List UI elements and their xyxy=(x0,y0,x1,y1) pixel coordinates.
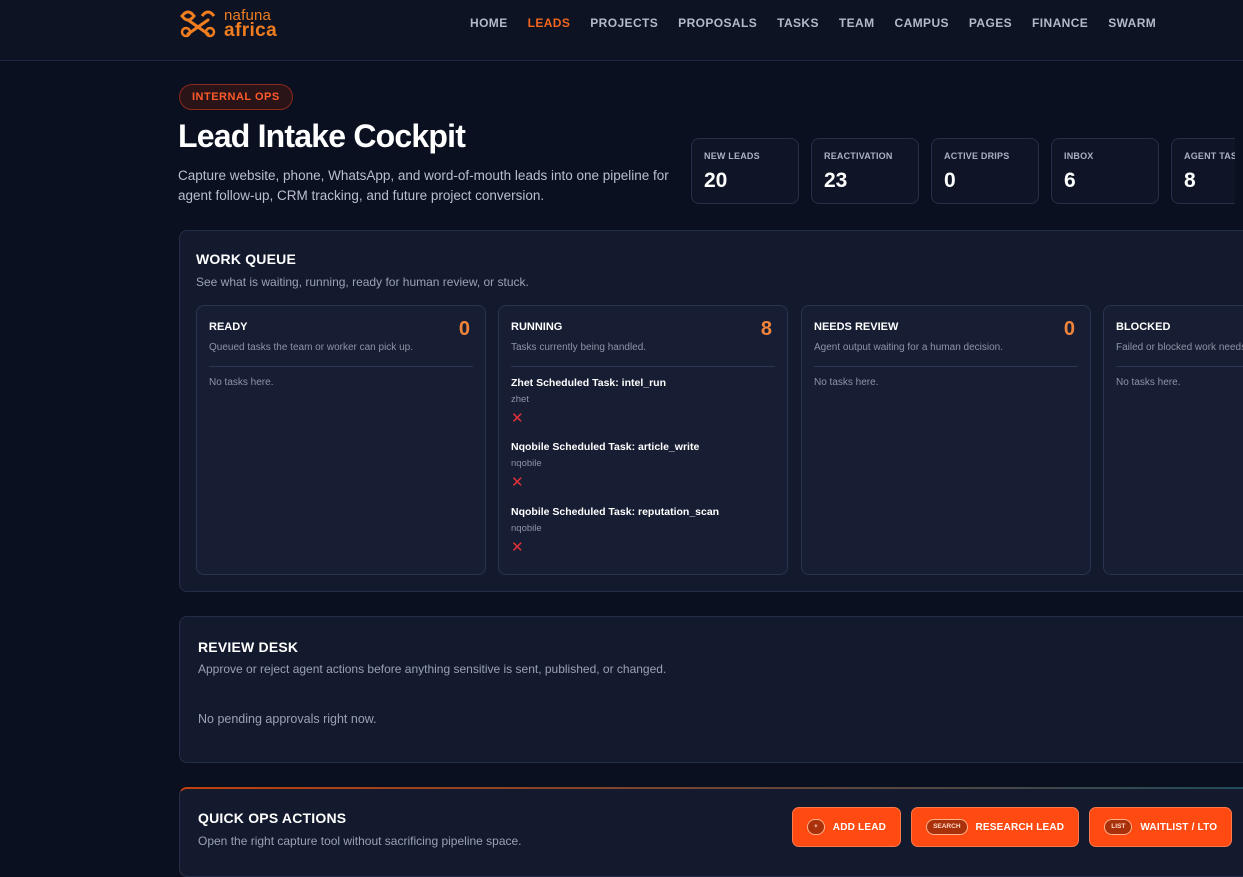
task-owner: nqobile xyxy=(511,458,542,469)
column-divider xyxy=(814,366,1078,367)
search-pill: SEARCH xyxy=(926,819,968,835)
x-icon[interactable]: ✕ xyxy=(511,411,525,426)
nav-campus[interactable]: CAMPUS xyxy=(895,16,949,30)
plus-icon: + xyxy=(807,819,825,835)
research-lead-button[interactable]: SEARCH RESEARCH LEAD xyxy=(911,807,1080,847)
column-title: RUNNING xyxy=(511,321,563,333)
task-owner: zhet xyxy=(511,394,529,405)
stat-agent-tasks: AGENT TASKS 8 xyxy=(1171,138,1235,204)
stat-label: AGENT TASKS xyxy=(1184,151,1235,161)
column-divider xyxy=(1116,366,1243,367)
column-description: Queued tasks the team or worker can pick… xyxy=(209,342,413,353)
column-title: BLOCKED xyxy=(1116,321,1171,333)
internal-ops-badge: INTERNAL OPS xyxy=(179,84,293,110)
column-empty-text: No tasks here. xyxy=(209,377,274,388)
stat-new-leads: NEW LEADS 20 xyxy=(691,138,799,204)
review-desk-description: Approve or reject agent actions before a… xyxy=(198,662,667,676)
task-item[interactable]: Zhet Scheduled Task: intel_run zhet ✕ xyxy=(511,377,666,426)
brand-logo[interactable]: nafuna africa xyxy=(178,6,277,40)
column-empty-text: No tasks here. xyxy=(1116,377,1181,388)
task-item[interactable]: Nqobile Scheduled Task: article_write nq… xyxy=(511,441,699,490)
stat-label: INBOX xyxy=(1064,151,1094,161)
column-description: Agent output waiting for a human decisio… xyxy=(814,342,1004,353)
queue-column-running: RUNNING Tasks currently being handled. 8… xyxy=(498,305,788,575)
nav-tasks[interactable]: TASKS xyxy=(777,16,819,30)
queue-column-blocked: BLOCKED Failed or blocked work needs att… xyxy=(1103,305,1243,575)
nav-proposals[interactable]: PROPOSALS xyxy=(678,16,757,30)
quick-ops-actions: + ADD LEAD SEARCH RESEARCH LEAD LIST WAI… xyxy=(792,807,1233,847)
stats-row: NEW LEADS 20 REACTIVATION 23 ACTIVE DRIP… xyxy=(691,138,1235,204)
stat-value: 20 xyxy=(704,169,728,192)
stat-value: 23 xyxy=(824,169,848,192)
column-description: Tasks currently being handled. xyxy=(511,342,647,353)
nav-finance[interactable]: FINANCE xyxy=(1032,16,1088,30)
nav-leads[interactable]: LEADS xyxy=(528,16,571,30)
stat-value: 0 xyxy=(944,169,956,192)
nav-projects[interactable]: PROJECTS xyxy=(590,16,658,30)
page-subtitle: Capture website, phone, WhatsApp, and wo… xyxy=(178,168,669,203)
column-count: 8 xyxy=(760,318,772,340)
top-navbar: nafuna africa HOME LEADS PROJECTS PROPOS… xyxy=(0,0,1243,61)
button-label: RESEARCH LEAD xyxy=(975,821,1065,833)
task-owner: nqobile xyxy=(511,523,542,534)
work-queue-title: WORK QUEUE xyxy=(196,251,296,267)
quick-ops-description: Open the right capture tool without sacr… xyxy=(198,834,522,848)
nafuna-logo-icon xyxy=(180,10,216,38)
column-empty-text: No tasks here. xyxy=(814,377,879,388)
task-item[interactable]: Nqobile Scheduled Task: reputation_scan … xyxy=(511,506,719,555)
stat-reactivation: REACTIVATION 23 xyxy=(811,138,919,204)
nav-swarm[interactable]: SWARM xyxy=(1108,16,1156,30)
queue-column-ready: READY Queued tasks the team or worker ca… xyxy=(196,305,486,575)
review-desk-empty-text: No pending approvals right now. xyxy=(198,712,377,726)
page-title: Lead Intake Cockpit xyxy=(178,118,466,154)
waitlist-lto-button[interactable]: LIST WAITLIST / LTO xyxy=(1089,807,1233,847)
review-desk-title: REVIEW DESK xyxy=(198,639,299,655)
button-label: ADD LEAD xyxy=(832,821,887,833)
task-name: Nqobile Scheduled Task: article_write xyxy=(511,441,700,453)
column-title: READY xyxy=(209,321,248,333)
nav-home[interactable]: HOME xyxy=(470,16,508,30)
column-divider xyxy=(511,366,775,367)
column-count: 0 xyxy=(1063,318,1075,340)
nav-team[interactable]: TEAM xyxy=(839,16,875,30)
stat-active-drips: ACTIVE DRIPS 0 xyxy=(931,138,1039,204)
stat-label: ACTIVE DRIPS xyxy=(944,151,1010,161)
stat-value: 8 xyxy=(1184,169,1196,192)
work-queue-panel: WORK QUEUE See what is waiting, running,… xyxy=(179,230,1243,592)
button-label: WAITLIST / LTO xyxy=(1140,821,1218,833)
queue-column-needs-review: NEEDS REVIEW Agent output waiting for a … xyxy=(801,305,1091,575)
add-lead-button[interactable]: + ADD LEAD xyxy=(792,807,902,847)
column-description: Failed or blocked work needs attention. xyxy=(1116,342,1243,353)
nav-pages[interactable]: PAGES xyxy=(969,16,1012,30)
review-desk-panel: REVIEW DESK Approve or reject agent acti… xyxy=(179,616,1243,763)
stat-value: 6 xyxy=(1064,169,1076,192)
column-divider xyxy=(209,366,473,367)
stat-inbox: INBOX 6 xyxy=(1051,138,1159,204)
quick-ops-title: QUICK OPS ACTIONS xyxy=(198,810,347,826)
brand-name-bottom: africa xyxy=(224,20,278,41)
task-name: Nqobile Scheduled Task: reputation_scan xyxy=(511,506,720,518)
main-nav: HOME LEADS PROJECTS PROPOSALS TASKS TEAM… xyxy=(470,16,1176,30)
x-icon[interactable]: ✕ xyxy=(511,540,525,555)
stat-label: REACTIVATION xyxy=(824,151,893,161)
stat-label: NEW LEADS xyxy=(704,151,760,161)
x-icon[interactable]: ✕ xyxy=(511,475,525,490)
task-name: Zhet Scheduled Task: intel_run xyxy=(511,377,666,389)
column-count: 0 xyxy=(458,318,470,340)
work-queue-description: See what is waiting, running, ready for … xyxy=(196,275,529,289)
column-title: NEEDS REVIEW xyxy=(814,321,899,333)
list-pill: LIST xyxy=(1104,819,1133,835)
